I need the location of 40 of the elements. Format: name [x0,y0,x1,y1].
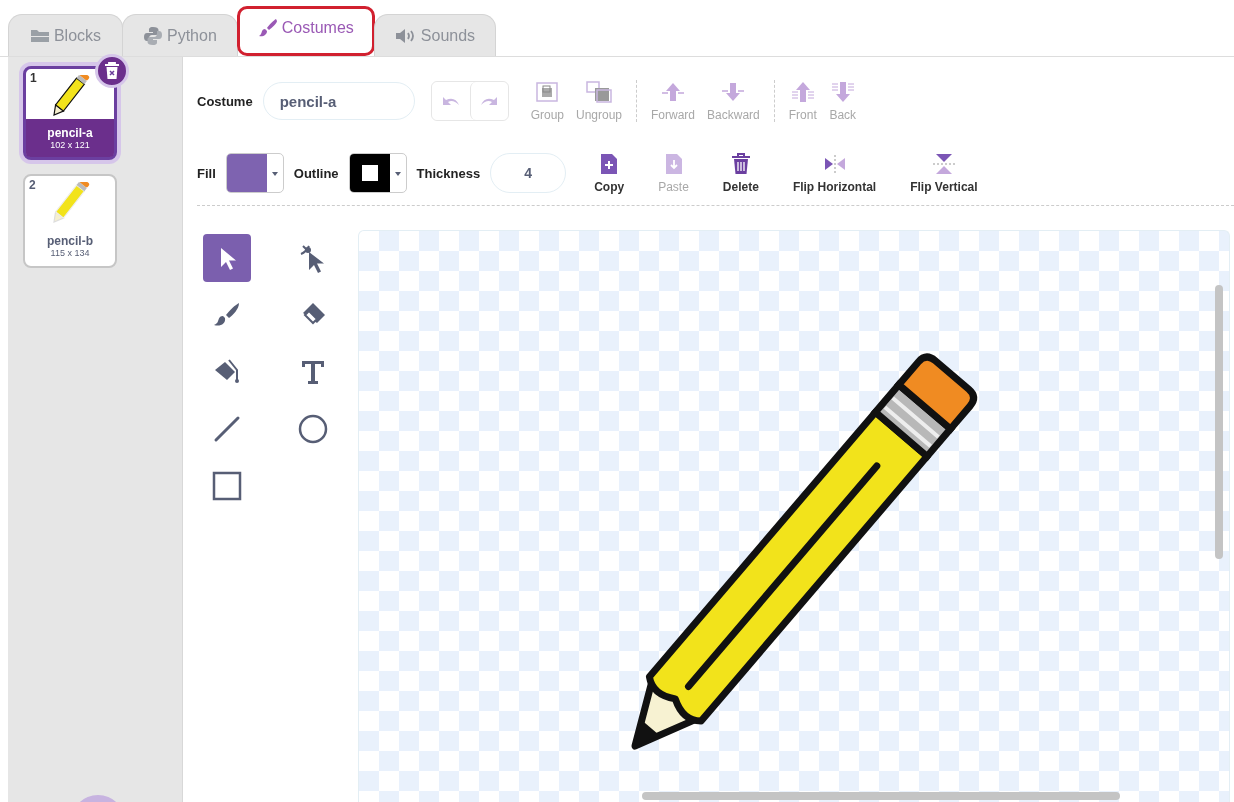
editor-tab[interactable]: Python [122,14,238,56]
thickness-label: Thickness [416,165,481,181]
drawing-canvas[interactable] [358,230,1230,802]
undo-icon [440,95,461,107]
toolbar-button[interactable]: Copy [582,152,637,194]
fill-label: Fill [197,165,216,181]
outline-color-picker[interactable] [348,153,407,193]
costume-size: 115 x 134 [50,248,90,258]
outline-label: Outline [293,165,339,181]
costume-size: 102 x 121 [50,140,90,150]
costume-number: 2 [29,178,36,192]
speaker-icon [394,27,417,44]
python-logo-icon [143,25,163,46]
editor-tab[interactable]: Sounds [373,14,497,56]
rectangle-icon [211,470,243,502]
costume-name-field[interactable]: pencil-a [262,82,415,120]
editor-tab[interactable]: Blocks [8,14,123,56]
costume-name: pencil-a [47,126,93,140]
costume-thumbnail[interactable]: 2 pencil-b 115 x 134 [23,174,117,268]
ungroup-icon [585,80,613,104]
costume-number: 1 [30,71,37,85]
trash-icon [104,62,120,80]
toolbar-button[interactable]: Flip Vertical [898,152,990,194]
toolbar-button[interactable]: Flip Horizontal [780,152,889,194]
vertical-scrollbar[interactable] [1215,285,1223,559]
select-tool-button[interactable] [203,234,251,282]
pencil-thumbnail-drawing [50,182,90,226]
brush-icon [257,17,278,38]
toolbar-button[interactable]: Delete [710,152,771,194]
thickness-field[interactable]: 4 [490,153,567,193]
pencil-thumbnail-drawing [50,75,90,119]
costume-label: Costume [197,93,253,109]
redo-icon [479,95,500,107]
outline-swatch [349,154,390,192]
circle-icon [297,413,329,445]
fill-color-picker[interactable] [225,153,284,193]
blocks-icon [29,28,50,43]
costume-name: pencil-b [47,234,93,248]
horizontal-scrollbar[interactable] [642,792,1120,800]
editor-tab[interactable]: Costumes [236,6,375,56]
